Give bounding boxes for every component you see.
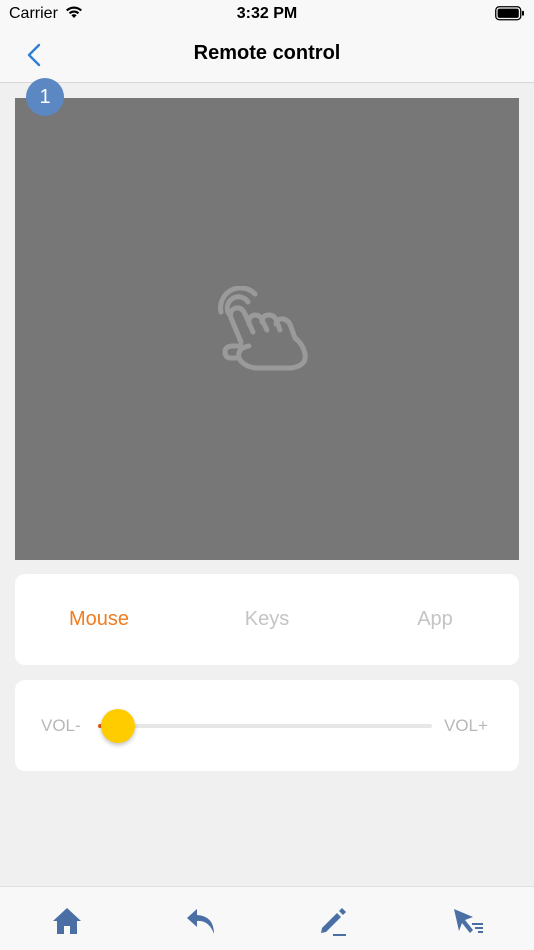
volume-up-label: VOL+ — [444, 716, 488, 735]
navigation-bar: Remote control — [0, 28, 534, 83]
volume-down-label: VOL- — [41, 716, 81, 735]
bottom-toolbar — [0, 886, 534, 950]
draw-button[interactable] — [313, 901, 353, 941]
status-bar: Carrier 3:32 PM — [0, 0, 534, 28]
pen-icon — [321, 908, 346, 936]
volume-slider[interactable] — [98, 709, 432, 743]
page-title: Remote control — [193, 42, 341, 64]
tab-app[interactable]: App — [351, 574, 519, 665]
cursor-icon — [454, 909, 483, 933]
volume-control: VOL- VOL+ — [15, 680, 519, 771]
home-icon — [53, 908, 81, 934]
back-arrow-icon — [187, 909, 214, 934]
tab-keys[interactable]: Keys — [183, 574, 351, 665]
step-badge: 1 — [26, 78, 64, 116]
return-button[interactable] — [181, 901, 221, 941]
mode-selector: Mouse Keys App — [15, 574, 519, 665]
tab-mouse[interactable]: Mouse — [15, 574, 183, 665]
pointer-button[interactable] — [448, 901, 488, 941]
home-button[interactable] — [47, 901, 87, 941]
clock: 3:32 PM — [236, 5, 298, 22]
touch-hand-icon — [218, 286, 308, 371]
battery-icon — [495, 6, 524, 21]
touchpad-area[interactable] — [15, 98, 519, 560]
volume-slider-thumb[interactable] — [100, 709, 135, 743]
